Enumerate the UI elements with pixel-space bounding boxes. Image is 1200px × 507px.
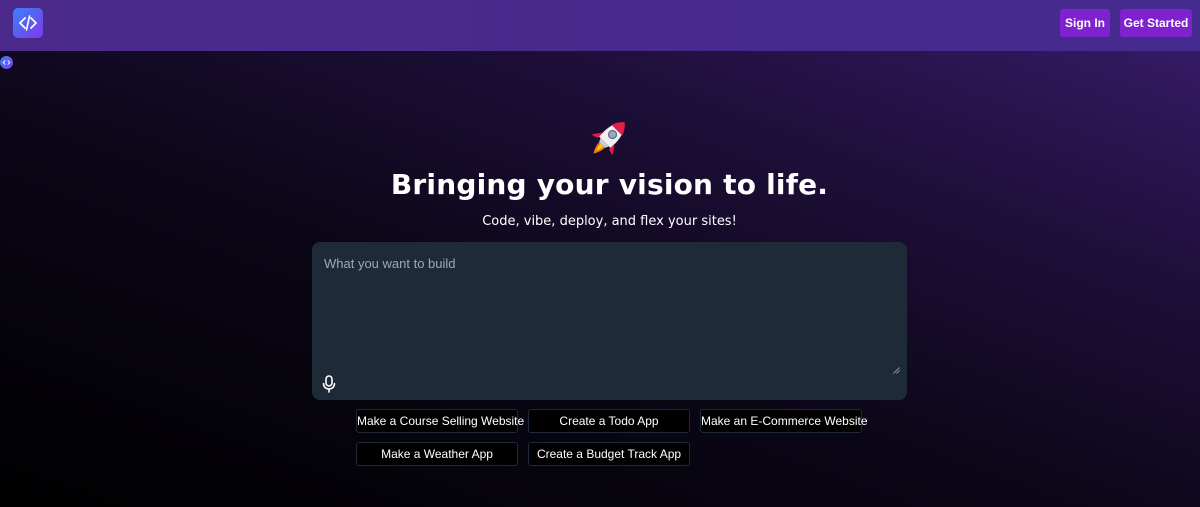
sign-in-button[interactable]: Sign In [1060,9,1110,37]
rocket-icon [591,122,625,156]
code-brackets-icon [19,15,37,31]
microphone-icon[interactable] [321,375,337,393]
hero-subtitle: Code, vibe, deploy, and flex your sites! [482,214,737,229]
floating-logo-badge[interactable] [0,56,13,69]
suggestion-budget-track-app[interactable]: Create a Budget Track App [528,442,690,466]
suggestion-e-commerce-website[interactable]: Make an E-Commerce Website [700,409,868,433]
code-brackets-icon [2,60,11,65]
prompt-input[interactable] [312,242,907,378]
suggestion-todo-app[interactable]: Create a Todo App [528,409,690,433]
suggestion-weather-app[interactable]: Make a Weather App [356,442,518,466]
suggestion-course-selling-website[interactable]: Make a Course Selling Website [356,409,524,433]
top-navigation-bar: Sign In Get Started [0,0,1200,51]
prompt-container [312,242,907,400]
hero-title: Bringing your vision to life. [390,168,829,201]
app-logo[interactable] [13,8,43,38]
resize-handle-icon[interactable] [893,367,900,374]
get-started-button[interactable]: Get Started [1120,9,1192,37]
